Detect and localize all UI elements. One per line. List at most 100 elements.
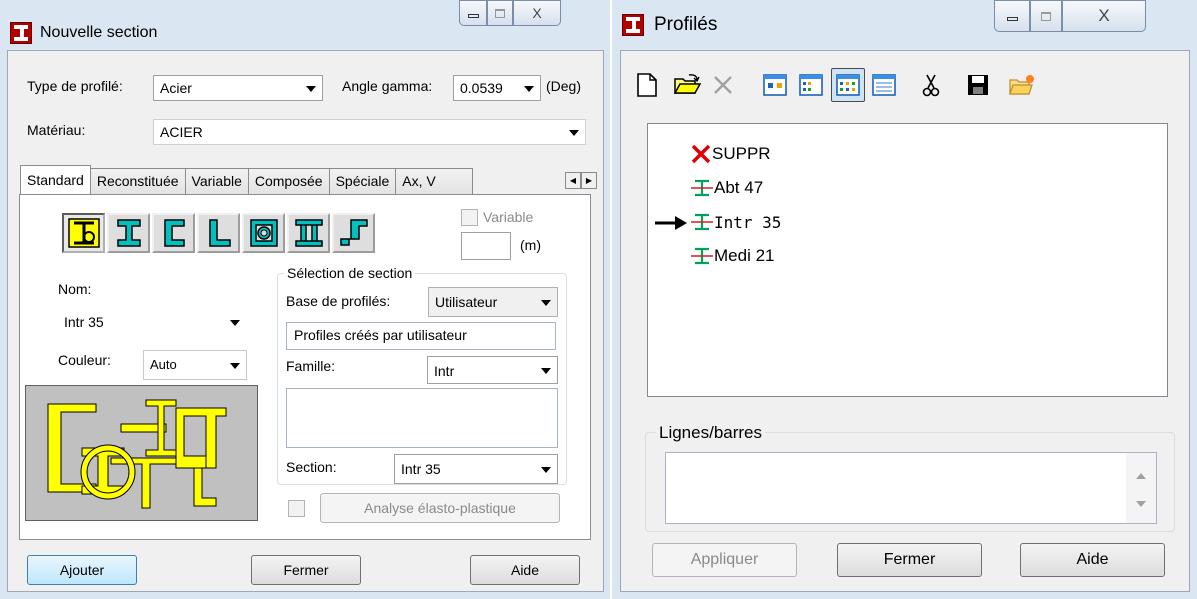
double-i-section-button[interactable] [287, 213, 330, 253]
profile-base-value: Utilisateur [435, 294, 498, 310]
section-preview [25, 385, 258, 521]
variable-checkbox[interactable] [461, 209, 478, 226]
section-value: Intr 35 [401, 461, 441, 477]
angle-gamma-label: Angle gamma: [342, 78, 433, 94]
current-item-arrow-icon [653, 215, 689, 234]
profile-type-value: Acier [160, 80, 192, 96]
title-bar[interactable]: Profilés X [612, 0, 1197, 42]
add-button[interactable]: Ajouter [27, 555, 137, 585]
tab-ax-v[interactable]: Ax, V [395, 168, 474, 194]
t-section-icon [339, 219, 368, 246]
i-section-button[interactable] [107, 213, 150, 253]
close-profiles-button[interactable]: Fermer [837, 543, 982, 577]
scroll-up-icon[interactable] [1136, 473, 1146, 479]
maximize-icon [495, 8, 505, 18]
view-large-icons-icon [763, 74, 787, 96]
compound-section-button[interactable] [62, 213, 105, 253]
scroll-right-icon[interactable]: ▶ [581, 172, 597, 189]
help-profiles-button[interactable]: Aide [1020, 543, 1165, 577]
profile-icon [691, 179, 713, 197]
open-button[interactable] [670, 68, 704, 102]
i-section-icon [116, 219, 141, 247]
material-label: Matériau: [27, 122, 86, 138]
material-value: ACIER [160, 124, 203, 140]
chevron-down-icon [541, 467, 551, 473]
chevron-down-icon [541, 368, 551, 374]
material-select[interactable]: ACIER [153, 119, 586, 145]
family-label: Famille: [286, 358, 336, 374]
delete-button[interactable] [706, 68, 740, 102]
angle-unit-label: (Deg) [546, 78, 582, 94]
color-label: Couleur: [58, 352, 111, 368]
section-select[interactable]: Intr 35 [394, 454, 558, 484]
profiles-tree[interactable]: SUPPR Abt 47 Intr 35 Medi 21 [647, 123, 1168, 397]
view-list-button[interactable] [831, 68, 865, 102]
new-folder-button[interactable] [1005, 68, 1039, 102]
color-select[interactable]: Auto [143, 350, 247, 380]
chevron-down-icon [524, 86, 534, 92]
tree-item-label: Intr 35 [714, 212, 782, 232]
view-large-icons-button[interactable] [758, 68, 792, 102]
angle-gamma-select[interactable]: 0.0539 [453, 75, 541, 101]
tree-item-label: Abt 47 [714, 178, 764, 197]
tree-item-medi-21[interactable]: Medi 21 [690, 244, 774, 268]
view-small-icons-button[interactable] [794, 68, 828, 102]
title-bar[interactable]: Nouvelle section X [0, 0, 610, 44]
variable-length-input[interactable] [461, 232, 511, 260]
section-tabs: Standard Reconstituée Variable Composée … [20, 165, 474, 194]
profile-base-description: Profiles créés par utilisateur [286, 322, 556, 350]
cut-button[interactable] [914, 68, 948, 102]
save-icon [968, 75, 988, 95]
help-button[interactable]: Aide [470, 555, 580, 585]
close-button[interactable]: X [513, 0, 561, 26]
minimize-button[interactable] [994, 0, 1030, 32]
section-selection-legend: Sélection de section [284, 265, 416, 281]
tube-section-button[interactable] [242, 213, 285, 253]
minimize-button[interactable] [459, 0, 487, 26]
profile-base-select[interactable]: Utilisateur [428, 287, 558, 317]
chevron-down-icon [230, 363, 240, 369]
name-value: Intr 35 [64, 314, 104, 330]
save-button[interactable] [961, 68, 995, 102]
delete-marker-icon [691, 144, 711, 164]
l-section-button[interactable] [197, 213, 240, 253]
maximize-button[interactable] [487, 0, 513, 26]
close-icon: X [532, 5, 542, 21]
profile-type-select[interactable]: Acier [153, 75, 323, 101]
apply-button[interactable]: Appliquer [652, 543, 797, 577]
tab-reconstituee[interactable]: Reconstituée [89, 168, 186, 194]
tree-item-intr-35[interactable]: Intr 35 [690, 210, 781, 234]
lines-bars-input[interactable] [665, 452, 1157, 524]
tree-item-abt-47[interactable]: Abt 47 [690, 176, 763, 200]
view-small-icons-icon [799, 74, 823, 96]
c-section-button[interactable] [152, 213, 195, 253]
tab-speciale[interactable]: Spéciale [328, 168, 397, 194]
close-button[interactable]: X [1062, 0, 1146, 32]
tab-variable[interactable]: Variable [184, 168, 249, 194]
window-title: Profilés [654, 14, 718, 35]
elasto-plastic-analysis-button[interactable]: Analyse élasto-plastique [320, 493, 560, 523]
scroll-left-icon[interactable]: ◀ [565, 172, 581, 189]
window-title: Nouvelle section [40, 24, 158, 41]
family-list[interactable] [286, 388, 558, 448]
elasto-plastic-checkbox[interactable] [288, 500, 305, 517]
scroll-down-icon[interactable] [1136, 501, 1146, 507]
tab-composee[interactable]: Composée [247, 168, 330, 194]
name-select[interactable]: Intr 35 [57, 309, 247, 335]
double-i-section-icon [294, 219, 323, 247]
view-details-button[interactable] [867, 68, 901, 102]
name-label: Nom: [58, 281, 92, 297]
family-select[interactable]: Intr [427, 356, 558, 384]
tab-standard[interactable]: Standard [20, 165, 91, 194]
profile-base-label: Base de profilés: [286, 293, 391, 309]
close-dialog-button[interactable]: Fermer [251, 555, 361, 585]
maximize-button[interactable] [1030, 0, 1062, 32]
section-label: Section: [286, 459, 337, 475]
new-button[interactable] [630, 68, 664, 102]
open-folder-icon [673, 74, 701, 94]
tree-item-suppr[interactable]: SUPPR [690, 144, 771, 164]
color-value: Auto [150, 357, 177, 372]
variable-unit-label: (m) [520, 237, 541, 253]
t-section-button[interactable] [332, 213, 375, 253]
lines-bars-scrollbar[interactable] [1126, 453, 1156, 523]
